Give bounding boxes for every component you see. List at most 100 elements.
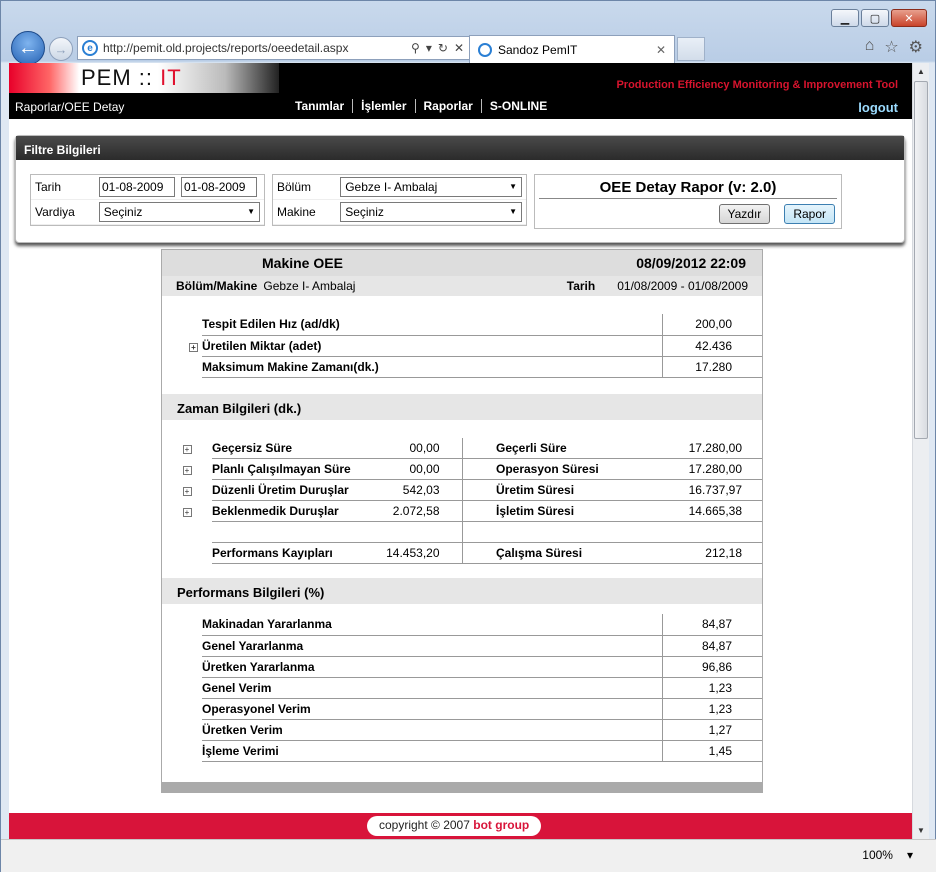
- date-shift-box: Tarih 01-08-2009 01-08-2009 Vardiya Seçi…: [30, 174, 265, 226]
- perf-value: 1,23: [661, 677, 762, 699]
- vardiya-label: Vardiya: [35, 205, 75, 219]
- minimize-button[interactable]: ▁: [831, 9, 859, 27]
- company-link[interactable]: bot group: [473, 818, 529, 832]
- perf-label: Üretken Yararlanma: [202, 656, 662, 678]
- zaman-right-label: Üretim Süresi: [496, 479, 646, 501]
- perf-label: İşleme Verimi: [202, 740, 662, 762]
- report-buttons: Yazdır Rapor: [535, 199, 841, 224]
- site-logo: PEM :: IT: [81, 65, 182, 90]
- perf-label: Üretken Verim: [202, 719, 662, 741]
- gear-icon[interactable]: ⚙: [909, 37, 923, 57]
- expand-icon[interactable]: +: [182, 508, 192, 517]
- scroll-down-icon[interactable]: ▼: [913, 822, 929, 839]
- print-button[interactable]: Yazdır: [718, 204, 771, 224]
- home-icon[interactable]: ⌂: [865, 37, 875, 57]
- scroll-up-icon[interactable]: ▲: [913, 63, 929, 80]
- perf-value: 1,45: [661, 740, 762, 762]
- menu-islemler[interactable]: İşlemler: [353, 99, 416, 113]
- page-viewport: PEM :: IT Production Efficiency Monitori…: [9, 63, 912, 839]
- perf-kayip-value: 14.453,20: [372, 542, 463, 564]
- zoom-level[interactable]: 100%: [862, 848, 893, 862]
- address-tools: ⚲ ▾ ↻ ✕: [411, 41, 470, 55]
- tab-ie-icon: [478, 42, 492, 57]
- report-footer-bar: [162, 782, 762, 792]
- summary-label: Maksimum Makine Zamanı(dk.): [202, 356, 662, 378]
- back-button[interactable]: ←: [11, 31, 45, 65]
- summary-value: 200,00: [661, 314, 762, 336]
- zaman-left-label: Planlı Çalışılmayan Süre: [212, 458, 372, 480]
- breadcrumb: Raporlar/OEE Detay: [15, 100, 125, 114]
- logout-link[interactable]: logout: [858, 100, 898, 115]
- zaman-left-label: Beklenmedik Duruşlar: [212, 500, 372, 522]
- summary-label: Tespit Edilen Hız (ad/dk): [202, 314, 662, 336]
- close-button[interactable]: ✕: [891, 9, 927, 27]
- chevron-down-icon[interactable]: ▾: [907, 848, 913, 862]
- table-row: Üretken Yararlanma 96,86: [162, 656, 762, 678]
- performans-table: Makinadan Yararlanma 84,87 Genel Yararlan…: [162, 614, 762, 762]
- menu-s-online[interactable]: S-ONLINE: [482, 99, 555, 113]
- table-row: + Düzenli Üretim Duruşlar 542,03 Üretim …: [162, 479, 762, 501]
- makine-label: Makine: [277, 205, 316, 219]
- compat-icon[interactable]: ▾: [426, 41, 432, 55]
- calisma-label: Çalışma Süresi: [496, 542, 646, 564]
- vertical-scrollbar[interactable]: ▲ ▼: [912, 63, 929, 839]
- expand-icon[interactable]: +: [182, 487, 192, 496]
- zaman-section-title: Zaman Bilgileri (dk.): [162, 393, 762, 420]
- table-row: Üretken Verim 1,27: [162, 719, 762, 741]
- report-panel: Makine OEE 08/09/2012 22:09 Bölüm/Makine…: [161, 249, 763, 793]
- scroll-thumb[interactable]: [914, 81, 928, 439]
- perf-value: 84,87: [661, 614, 762, 636]
- forward-button[interactable]: →: [49, 37, 73, 61]
- filter-title: Filtre Bilgileri: [16, 136, 904, 160]
- table-row: + Geçersiz Süre 00,00 Geçerli Süre 17.28…: [162, 437, 762, 459]
- browser-tab[interactable]: Sandoz PemIT ✕: [469, 35, 675, 63]
- date-from-input[interactable]: 01-08-2009: [99, 177, 175, 197]
- expand-icon[interactable]: +: [182, 466, 192, 475]
- main-menu: Tanımlar İşlemler Raporlar S-ONLINE: [287, 99, 555, 113]
- new-tab-button[interactable]: [677, 37, 705, 61]
- window-controls: ▁ ▢ ✕: [831, 9, 927, 27]
- site-nav: Raporlar/OEE Detay Tanımlar İşlemler Rap…: [9, 93, 912, 119]
- date-to-input[interactable]: 01-08-2009: [181, 177, 257, 197]
- site-header: PEM :: IT Production Efficiency Monitori…: [9, 63, 912, 93]
- report-header: Makine OEE 08/09/2012 22:09: [162, 250, 762, 276]
- zaman-right-label: Geçerli Süre: [496, 437, 646, 459]
- expand-icon[interactable]: +: [189, 342, 198, 352]
- bolum-row: Bölüm Gebze I- Ambalaj: [273, 175, 526, 200]
- zoom-control[interactable]: 100% ▾: [862, 848, 913, 862]
- report-title: Makine OEE: [262, 255, 343, 271]
- zaman-right-label: Operasyon Süresi: [496, 458, 646, 480]
- expand-icon[interactable]: +: [182, 445, 192, 454]
- bolum-select[interactable]: Gebze I- Ambalaj: [340, 177, 522, 197]
- vardiya-select[interactable]: Seçiniz: [98, 202, 260, 222]
- report-subheader: Bölüm/Makine Gebze I- Ambalaj Tarih 01/0…: [162, 276, 762, 296]
- copyright: copyright © 2007 bot group: [367, 816, 542, 836]
- maximize-button[interactable]: ▢: [861, 9, 889, 27]
- report-button[interactable]: Rapor: [784, 204, 835, 224]
- summary-table: Tespit Edilen Hız (ad/dk) 200,00 + Üretile…: [162, 314, 762, 378]
- vardiya-row: Vardiya Seçiniz: [31, 200, 264, 225]
- bolum-makine-label: Bölüm/Makine: [176, 279, 258, 293]
- table-row: Genel Verim 1,23: [162, 677, 762, 699]
- tab-close-icon[interactable]: ✕: [656, 43, 666, 57]
- zaman-left-label: Geçersiz Süre: [212, 437, 372, 459]
- search-icon[interactable]: ⚲: [411, 41, 420, 55]
- refresh-icon[interactable]: ↻: [438, 41, 448, 55]
- stop-icon[interactable]: ✕: [454, 41, 464, 55]
- tarih-label: Tarih: [35, 180, 62, 194]
- address-url[interactable]: http://pemit.old.projects/reports/oeedet…: [103, 41, 348, 55]
- favorites-icon[interactable]: ☆: [884, 37, 898, 57]
- menu-tanimlar[interactable]: Tanımlar: [287, 99, 354, 113]
- makine-select[interactable]: Seçiniz: [340, 202, 522, 222]
- menu-raporlar[interactable]: Raporlar: [416, 99, 482, 113]
- bolum-label: Bölüm: [277, 180, 312, 194]
- browser-tools: ⌂ ☆ ⚙: [865, 37, 923, 57]
- perf-value: 1,23: [661, 698, 762, 720]
- calisma-value: 212,18: [646, 542, 762, 564]
- zaman-left-value: 2.072,58: [372, 500, 463, 522]
- tarih-row: Tarih 01-08-2009 01-08-2009: [31, 175, 264, 200]
- summary-value: 42.436: [661, 335, 762, 357]
- summary-value: 17.280: [661, 356, 762, 378]
- address-bar[interactable]: e http://pemit.old.projects/reports/oeed…: [77, 36, 471, 60]
- status-bar: 100% ▾: [1, 839, 936, 872]
